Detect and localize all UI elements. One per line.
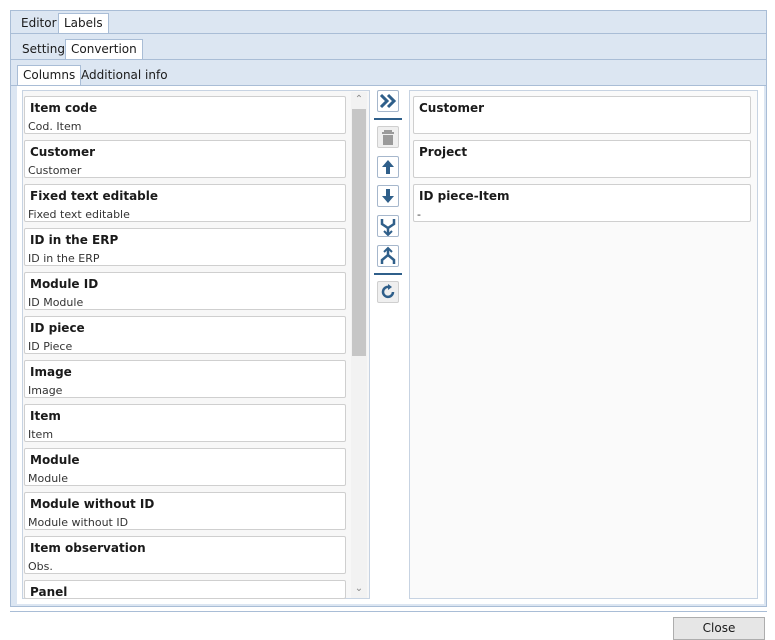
trash-icon: [382, 130, 394, 145]
available-column-item[interactable]: ID in the ERP ID in the ERP: [24, 228, 346, 266]
column-title: Item code: [30, 101, 98, 115]
split-icon: [380, 246, 396, 264]
column-subtitle: Cod. Item: [28, 120, 82, 133]
column-subtitle: Customer: [28, 164, 82, 177]
available-column-item[interactable]: Customer Customer: [24, 140, 346, 178]
column-title: Image: [30, 365, 72, 379]
column-title: Customer: [419, 101, 485, 115]
refresh-icon: [381, 284, 395, 299]
column-title: Module without ID: [30, 497, 155, 511]
available-column-item[interactable]: Item code Cod. Item: [24, 96, 346, 134]
toolbar-separator: [374, 273, 402, 275]
scroll-up-icon[interactable]: ⌃: [351, 94, 367, 106]
double-chevron-right-icon: [379, 93, 397, 109]
move-down-button[interactable]: [377, 185, 399, 207]
tab-labels[interactable]: Labels: [58, 13, 109, 34]
available-column-item[interactable]: ID piece ID Piece: [24, 316, 346, 354]
scroll-down-icon[interactable]: ⌄: [351, 583, 367, 595]
available-column-item[interactable]: Module Module: [24, 448, 346, 486]
tab-convertion[interactable]: Convertion: [65, 39, 143, 60]
footer-divider: [10, 611, 767, 612]
tab-divider: [11, 33, 766, 34]
move-all-right-button[interactable]: [377, 90, 399, 112]
column-title: Project: [419, 145, 468, 159]
available-column-item[interactable]: Module ID ID Module: [24, 272, 346, 310]
column-subtitle: Item: [28, 428, 54, 441]
column-title: Module: [30, 453, 80, 467]
available-column-item[interactable]: Image Image: [24, 360, 346, 398]
toolbar-separator: [374, 118, 402, 120]
column-subtitle: Module: [28, 472, 68, 485]
column-title: Item: [30, 409, 61, 423]
column-subtitle: ID in the ERP: [28, 252, 100, 265]
tab-divider: [11, 59, 766, 60]
merge-button[interactable]: [377, 215, 399, 237]
tab-editor[interactable]: Editor: [16, 14, 62, 32]
merge-icon: [380, 219, 396, 237]
split-button[interactable]: [377, 245, 399, 267]
column-subtitle: -: [417, 208, 421, 221]
column-subtitle: Fixed text editable: [28, 208, 130, 221]
column-title: ID in the ERP: [30, 233, 119, 247]
column-title: Customer: [30, 145, 96, 159]
tab-columns[interactable]: Columns: [17, 65, 82, 86]
available-column-item[interactable]: Item observation Obs.: [24, 536, 346, 574]
column-title: ID piece: [30, 321, 85, 335]
available-column-item[interactable]: Fixed text editable Fixed text editable: [24, 184, 346, 222]
selected-column-item[interactable]: ID piece-Item -: [413, 184, 751, 222]
selected-column-item[interactable]: Customer: [413, 96, 751, 134]
tab-setting[interactable]: Setting: [17, 40, 70, 58]
close-button[interactable]: Close: [673, 617, 765, 640]
tab-additional-info[interactable]: Additional info: [76, 66, 173, 84]
move-up-button[interactable]: [377, 156, 399, 178]
refresh-button[interactable]: [377, 281, 399, 303]
column-title: Panel: [30, 585, 68, 599]
column-subtitle: ID Piece: [28, 340, 73, 353]
column-title: Item observation: [30, 541, 146, 555]
column-title: ID piece-Item: [419, 189, 510, 203]
available-column-item[interactable]: Panel: [24, 580, 346, 599]
column-subtitle: Obs.: [28, 560, 53, 573]
column-title: Module ID: [30, 277, 99, 291]
arrow-up-icon: [382, 160, 394, 174]
scrollbar-thumb[interactable]: [352, 109, 366, 356]
delete-button[interactable]: [377, 126, 399, 148]
available-column-item[interactable]: Module without ID Module without ID: [24, 492, 346, 530]
column-subtitle: Image: [28, 384, 63, 397]
selected-column-item[interactable]: Project: [413, 140, 751, 178]
arrow-down-icon: [382, 189, 394, 203]
column-subtitle: Module without ID: [28, 516, 129, 529]
column-title: Fixed text editable: [30, 189, 159, 203]
column-subtitle: ID Module: [28, 296, 84, 309]
available-column-item[interactable]: Item Item: [24, 404, 346, 442]
